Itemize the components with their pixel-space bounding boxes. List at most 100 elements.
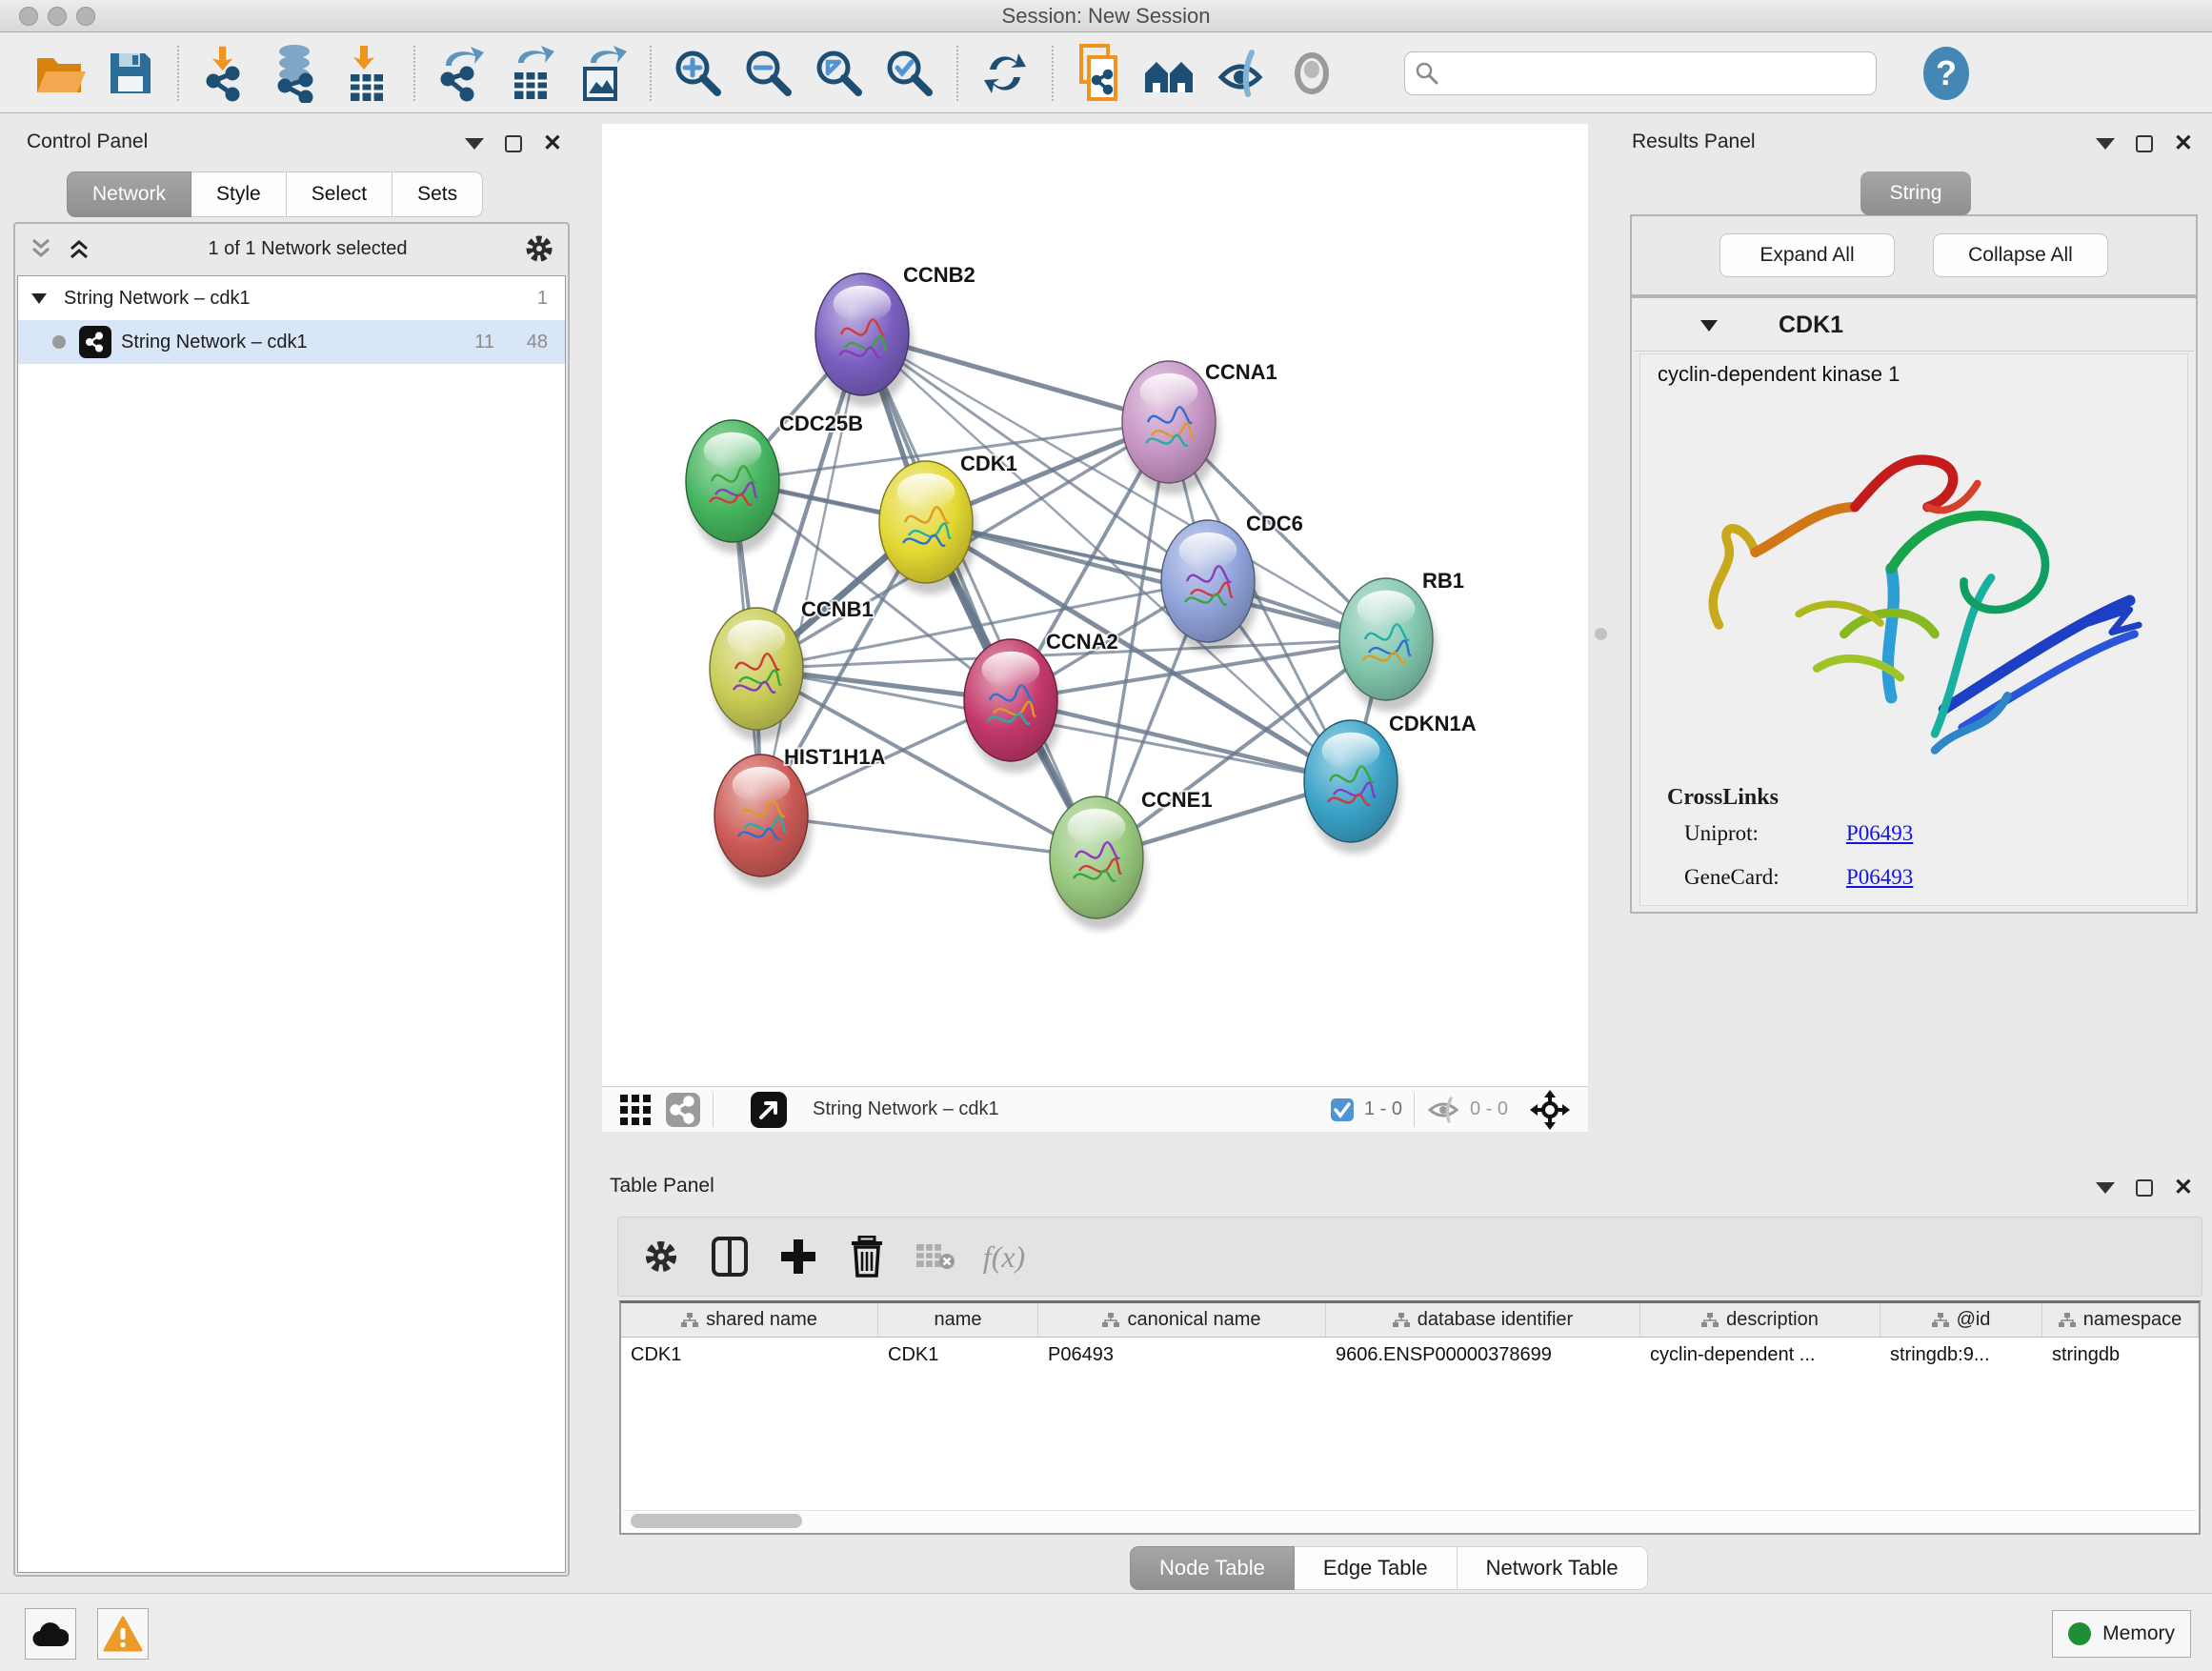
scrollbar-thumb[interactable] [631,1514,802,1528]
delete-table-button[interactable] [908,1229,963,1284]
float-panel-icon[interactable] [505,135,522,152]
network-node-ccne1[interactable]: CCNE1 [1050,788,1213,930]
zoom-fit-button[interactable] [804,41,875,106]
network-canvas[interactable]: CCNB2CCNA1CDC25BCDK1CDC6RB1CCNB1CCNA2CDK… [602,124,1588,1086]
delete-column-button[interactable] [839,1229,895,1284]
zoom-selected-button[interactable] [875,41,945,106]
column-header-description[interactable]: description [1640,1303,1880,1337]
horizontal-scrollbar[interactable] [623,1510,2197,1531]
table-cell[interactable]: cyclin-dependent ... [1640,1338,1880,1372]
refresh-layout-button[interactable] [970,41,1040,106]
import-network-icon [200,45,251,102]
column-header-canonical-name[interactable]: canonical name [1038,1303,1326,1337]
table-cell[interactable]: CDK1 [621,1338,878,1372]
cloud-button[interactable] [25,1608,76,1660]
right-splitter-grip[interactable] [1595,628,1607,640]
network-node-rb1[interactable]: RB1 [1339,569,1464,712]
table-cell[interactable]: CDK1 [878,1338,1038,1372]
column-header--id[interactable]: @id [1880,1303,2042,1337]
network-edge[interactable] [761,334,862,815]
hidden-eye-icon[interactable] [1426,1097,1460,1123]
column-header-namespace[interactable]: namespace [2042,1303,2199,1337]
tab-style[interactable]: Style [191,171,287,217]
open-in-window-icon[interactable] [750,1091,788,1129]
hide-selected-button[interactable] [1206,41,1277,106]
export-network-button[interactable] [427,41,497,106]
export-image-button[interactable] [568,41,638,106]
tab-network-table[interactable]: Network Table [1458,1546,1648,1590]
network-overview-icon[interactable] [665,1092,701,1128]
search-input[interactable] [1439,61,1866,85]
network-node-cdkn1a[interactable]: CDKN1A [1304,712,1477,854]
column-header-shared-name[interactable]: shared name [621,1303,878,1337]
open-session-button[interactable] [25,41,95,106]
gear-icon[interactable] [524,233,554,264]
table-cell[interactable]: P06493 [1038,1338,1326,1372]
node-table[interactable]: shared namenamecanonical namedatabase id… [619,1300,2201,1535]
close-panel-icon[interactable]: ✕ [543,132,562,155]
selected-checkbox-icon[interactable] [1330,1097,1355,1122]
network-node-ccna1[interactable]: CCNA1 [1122,360,1277,494]
network-row-selected[interactable]: String Network – cdk1 11 48 [18,320,565,364]
import-table-from-file-button[interactable] [332,41,402,106]
float-panel-icon[interactable] [2136,1179,2153,1197]
network-node-hist1h1a[interactable]: HIST1H1A [714,745,885,888]
first-neighbors-button[interactable] [1136,41,1206,106]
expand-all-button[interactable]: Expand All [1719,233,1895,277]
float-panel-icon[interactable] [2136,135,2153,152]
memory-button[interactable]: Memory [2052,1610,2191,1658]
panel-menu-icon[interactable] [465,138,484,150]
tab-select[interactable]: Select [287,171,392,217]
collapse-section-icon[interactable] [1699,317,1719,333]
zoom-out-button[interactable] [734,41,804,106]
cloud-icon [32,1620,69,1648]
save-session-button[interactable] [95,41,166,106]
network-node-cdk1[interactable]: CDK1 [879,452,1017,594]
crosslink-link[interactable]: P06493 [1846,821,1913,861]
add-column-button[interactable] [771,1229,826,1284]
collapse-arrow-icon[interactable] [30,291,49,306]
panel-menu-icon[interactable] [2096,1182,2115,1194]
import-network-from-database-button[interactable] [261,41,332,106]
close-panel-icon[interactable]: ✕ [2174,1177,2193,1199]
table-settings-button[interactable] [633,1229,689,1284]
network-node-cdc6[interactable]: CDC6 [1161,512,1303,654]
tab-network[interactable]: Network [67,171,191,217]
export-table-button[interactable] [497,41,568,106]
table-cell[interactable]: stringdb [2042,1338,2199,1372]
gene-header-row[interactable]: CDK1 [1634,300,2194,352]
expand-all-icon[interactable] [67,236,91,261]
collapse-all-button[interactable]: Collapse All [1933,233,2108,277]
column-header-name[interactable]: name [878,1303,1038,1337]
tab-edge-table[interactable]: Edge Table [1295,1546,1458,1590]
import-table-icon [343,44,391,103]
function-builder-button[interactable]: f(x) [976,1229,1032,1284]
network-node-ccna2[interactable]: CCNA2 [964,630,1118,773]
zoom-in-button[interactable] [663,41,734,106]
crosslink-link[interactable]: P06493 [1846,865,1913,905]
show-all-button[interactable] [1277,41,1347,106]
table-cell[interactable]: stringdb:9... [1880,1338,2042,1372]
close-panel-icon[interactable]: ✕ [2174,132,2193,155]
tab-string[interactable]: String [1860,171,1971,215]
import-network-from-file-button[interactable] [191,41,261,106]
table-cell[interactable]: 9606.ENSP00000378699 [1326,1338,1640,1372]
pan-crosshair-icon[interactable] [1529,1089,1571,1131]
show-columns-button[interactable] [702,1229,757,1284]
tab-sets[interactable]: Sets [392,171,483,217]
collapse-all-icon[interactable] [29,236,53,261]
column-header-database-identifier[interactable]: database identifier [1326,1303,1640,1337]
birdseye-grid-icon[interactable] [619,1094,652,1126]
table-row[interactable]: CDK1CDK1P064939606.ENSP00000378699cyclin… [621,1338,2199,1372]
network-collection-row[interactable]: String Network – cdk1 1 [18,276,565,320]
warning-icon [103,1616,143,1652]
network-edge[interactable] [862,334,1096,857]
gene-description: cyclin-dependent kinase 1 [1658,362,1900,387]
panel-menu-icon[interactable] [2096,138,2115,150]
help-button[interactable]: ? [1911,41,1981,106]
new-network-from-selection-button[interactable] [1065,41,1136,106]
warnings-button[interactable] [97,1608,149,1660]
zoom-selected-icon [883,47,936,100]
hidden-node-edge-counts: 0 - 0 [1470,1098,1508,1120]
tab-node-table[interactable]: Node Table [1130,1546,1295,1590]
